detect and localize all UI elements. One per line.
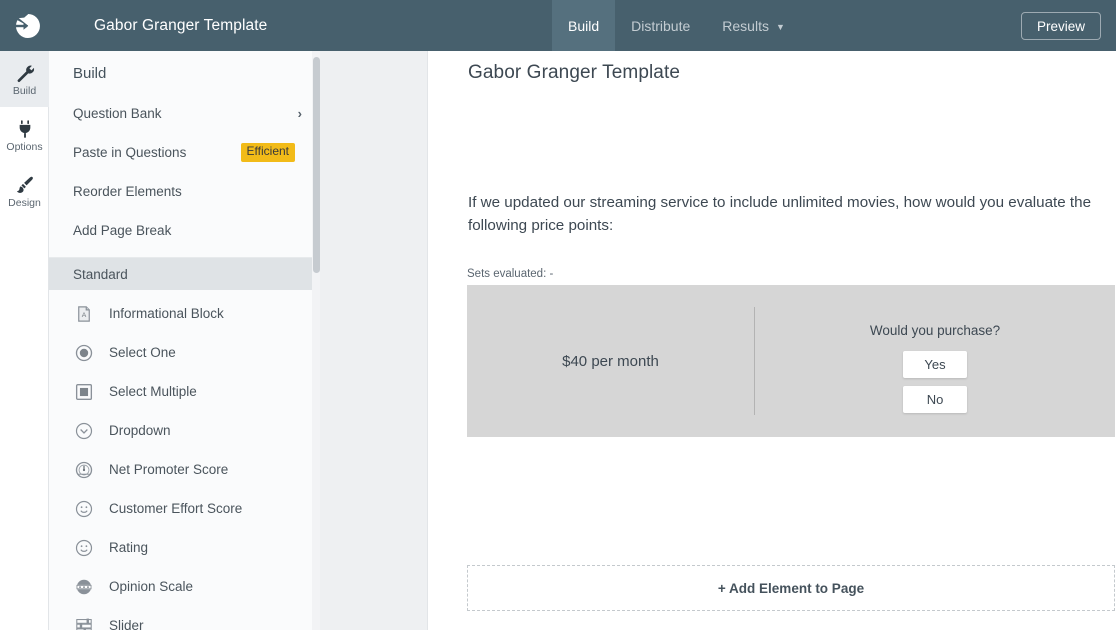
nav-tab-results-label: Results	[722, 18, 769, 34]
choice-button-no-label: No	[927, 392, 944, 407]
question-text[interactable]: If we updated our streaming service to i…	[468, 192, 1096, 237]
menu-item-reorder-elements[interactable]: Reorder Elements	[49, 172, 319, 211]
paintbrush-icon	[15, 174, 35, 196]
smiley-icon	[73, 498, 95, 520]
radio-button-icon	[73, 342, 95, 364]
choice-button-yes[interactable]: Yes	[903, 351, 967, 378]
rail-item-design[interactable]: Design	[0, 163, 49, 219]
rail-item-build[interactable]: Build	[0, 51, 49, 107]
nav-tab-results[interactable]: Results ▼	[706, 0, 801, 51]
element-item-rating[interactable]: Rating	[49, 528, 319, 567]
element-item-rating-label: Rating	[109, 540, 148, 555]
opinion-scale-icon	[73, 576, 95, 598]
menu-item-paste-in-questions[interactable]: Paste in Questions Efficient	[49, 133, 319, 172]
element-item-informational-block[interactable]: A Informational Block	[49, 294, 319, 333]
chevron-right-icon: ›	[298, 106, 302, 121]
nav-tab-distribute[interactable]: Distribute	[615, 0, 706, 51]
document-a-icon: A	[73, 303, 95, 325]
price-point-label: $40 per month	[467, 285, 754, 437]
element-item-customer-effort-score[interactable]: Customer Effort Score	[49, 489, 319, 528]
section-header-standard-label: Standard	[73, 267, 128, 282]
smiley-icon	[73, 537, 95, 559]
add-element-to-page-button[interactable]: + Add Element to Page	[467, 565, 1115, 611]
add-element-to-page-label: + Add Element to Page	[718, 581, 864, 596]
menu-item-add-page-break-label: Add Page Break	[73, 223, 171, 238]
build-panel-heading: Build	[49, 51, 319, 94]
preview-button-label: Preview	[1037, 19, 1085, 34]
panel-scrollbar-thumb[interactable]	[313, 57, 320, 273]
sets-evaluated-label: Sets evaluated: -	[467, 268, 553, 280]
element-item-slider[interactable]: Slider	[49, 606, 319, 630]
rail-item-options-label: Options	[6, 142, 42, 153]
element-item-opinion-scale-label: Opinion Scale	[109, 579, 193, 594]
element-item-slider-label: Slider	[109, 618, 144, 630]
element-item-customer-effort-score-label: Customer Effort Score	[109, 501, 242, 516]
nav-tab-distribute-label: Distribute	[631, 18, 690, 34]
build-panel: Build Question Bank › Paste in Questions…	[49, 51, 320, 630]
choice-button-no[interactable]: No	[903, 386, 967, 413]
element-item-select-multiple-label: Select Multiple	[109, 384, 197, 399]
nav-tab-build[interactable]: Build	[552, 0, 615, 51]
element-item-select-one-label: Select One	[109, 345, 176, 360]
rail-item-build-label: Build	[13, 86, 36, 97]
menu-item-add-page-break[interactable]: Add Page Break	[49, 211, 319, 250]
element-list: A Informational Block Select One	[49, 290, 319, 630]
app-title: Gabor Granger Template	[94, 17, 267, 35]
element-item-opinion-scale[interactable]: Opinion Scale	[49, 567, 319, 606]
rail-item-design-label: Design	[8, 198, 41, 209]
element-item-dropdown[interactable]: Dropdown	[49, 411, 319, 450]
wrench-icon	[15, 62, 35, 84]
purchase-prompt: Would you purchase?	[870, 323, 1000, 338]
preview-button[interactable]: Preview	[1021, 12, 1101, 40]
plug-icon	[15, 118, 35, 140]
element-item-select-one[interactable]: Select One	[49, 333, 319, 372]
dropdown-circle-icon	[73, 420, 95, 442]
main-nav: Build Distribute Results ▼	[552, 0, 801, 51]
efficient-badge: Efficient	[241, 143, 295, 161]
purchase-choice-group: Would you purchase? Yes No	[755, 285, 1115, 437]
canvas-gutter	[320, 51, 428, 630]
checkbox-icon	[73, 381, 95, 403]
gauge-icon	[73, 459, 95, 481]
element-item-informational-block-label: Informational Block	[109, 306, 224, 321]
chevron-down-icon: ▼	[776, 22, 785, 32]
svg-text:A: A	[82, 312, 87, 319]
element-item-select-multiple[interactable]: Select Multiple	[49, 372, 319, 411]
element-item-dropdown-label: Dropdown	[109, 423, 171, 438]
top-header: Gabor Granger Template Build Distribute …	[0, 0, 1116, 51]
survey-canvas: Gabor Granger Template If we updated our…	[428, 51, 1116, 630]
slider-icon	[73, 615, 95, 630]
section-header-standard: Standard	[49, 258, 319, 290]
menu-item-reorder-elements-label: Reorder Elements	[73, 184, 182, 199]
menu-item-question-bank[interactable]: Question Bank ›	[49, 94, 319, 133]
gabor-granger-card[interactable]: $40 per month Would you purchase? Yes No	[467, 285, 1115, 437]
menu-item-question-bank-label: Question Bank	[73, 106, 162, 121]
app-logo[interactable]	[0, 0, 56, 51]
left-icon-rail: Build Options Design	[0, 51, 49, 630]
pie-arrow-logo-icon	[12, 10, 44, 42]
nav-tab-build-label: Build	[568, 18, 599, 34]
element-item-net-promoter-score-label: Net Promoter Score	[109, 462, 228, 477]
element-item-net-promoter-score[interactable]: Net Promoter Score	[49, 450, 319, 489]
choice-button-yes-label: Yes	[924, 357, 945, 372]
menu-item-paste-in-questions-label: Paste in Questions	[73, 145, 186, 160]
app-window: Gabor Granger Template Build Distribute …	[0, 0, 1116, 630]
rail-item-options[interactable]: Options	[0, 107, 49, 163]
page-title: Gabor Granger Template	[468, 62, 680, 84]
